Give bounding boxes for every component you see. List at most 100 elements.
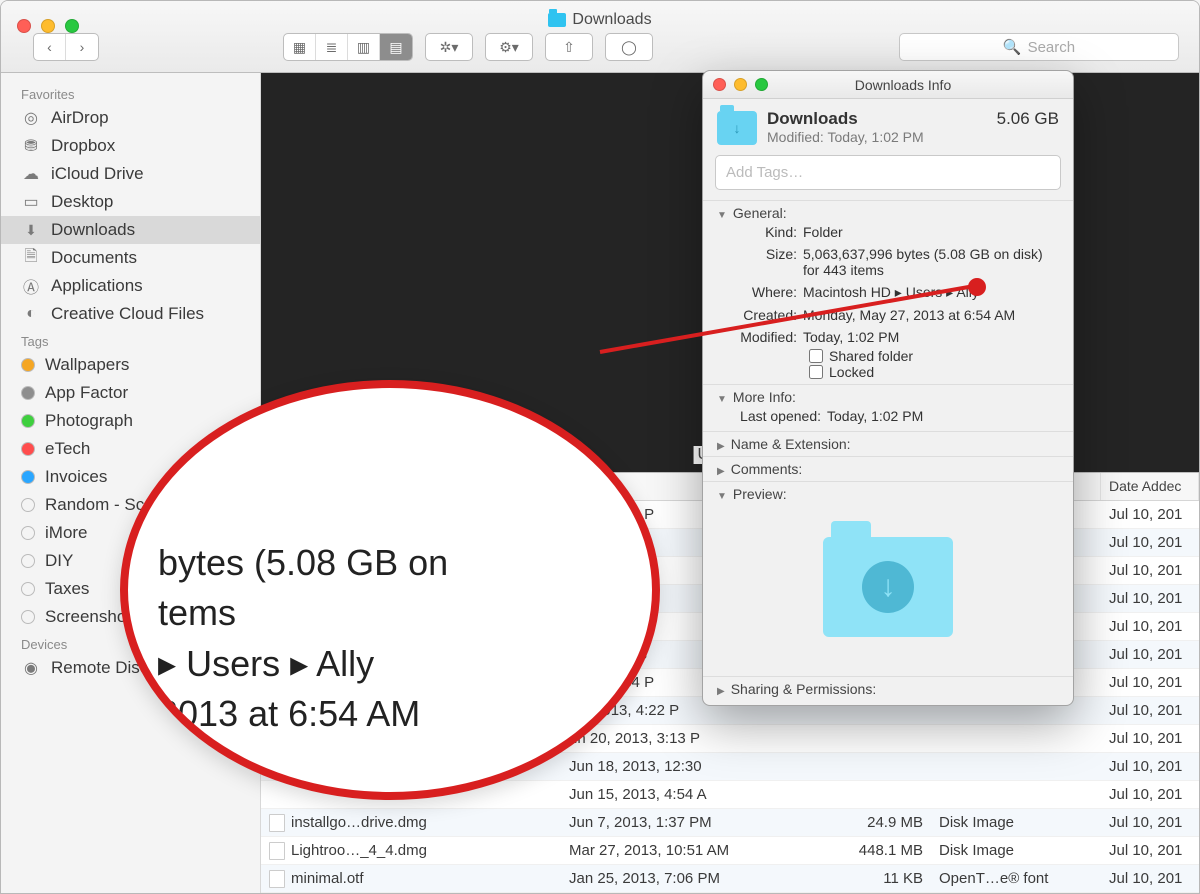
file-added-cell: Jul 10, 201 bbox=[1101, 842, 1199, 859]
sidebar-item-label: iMore bbox=[45, 523, 88, 543]
back-button[interactable]: ‹ bbox=[34, 34, 66, 60]
where-label: Where: bbox=[717, 284, 803, 301]
i-cc-icon bbox=[21, 304, 41, 324]
info-close-button[interactable] bbox=[713, 78, 726, 91]
sidebar-item-applications[interactable]: Applications bbox=[1, 272, 260, 300]
sidebar-item-label: Photograph bbox=[45, 411, 133, 431]
sidebar-item-label: Applications bbox=[51, 276, 143, 296]
sidebar-item-airdrop[interactable]: AirDrop bbox=[1, 104, 260, 132]
sidebar-tag-wallpapers[interactable]: Wallpapers bbox=[1, 351, 260, 379]
tag-color-dot bbox=[21, 610, 35, 624]
sidebar-item-label: AirDrop bbox=[51, 108, 109, 128]
kind-label: Kind: bbox=[717, 224, 803, 240]
file-icon bbox=[269, 842, 285, 860]
share-button[interactable]: ⇧ bbox=[545, 33, 593, 61]
preview-area: ↓ bbox=[717, 502, 1059, 672]
sidebar-item-downloads[interactable]: Downloads bbox=[1, 216, 260, 244]
i-apps-icon bbox=[21, 276, 41, 296]
moreinfo-disclosure[interactable]: More Info: bbox=[717, 389, 1059, 405]
action-button[interactable]: ⚙▾ bbox=[485, 33, 533, 61]
sidebar-item-icloud-drive[interactable]: iCloud Drive bbox=[1, 160, 260, 188]
file-size-cell: 24.9 MB bbox=[821, 814, 931, 831]
file-modified-cell: Jun 7, 2013, 1:37 PM bbox=[561, 814, 821, 831]
file-row[interactable]: minimal.otfJan 25, 2013, 7:06 PM11 KBOpe… bbox=[261, 865, 1199, 893]
info-titlebar: Downloads Info bbox=[703, 71, 1073, 99]
i-docs-icon bbox=[21, 248, 41, 268]
general-disclosure[interactable]: General: bbox=[717, 205, 1059, 221]
finder-title: Downloads bbox=[1, 11, 1199, 29]
locked-checkbox[interactable]: Locked bbox=[717, 364, 1059, 380]
tags-header: Tags bbox=[1, 328, 260, 351]
sidebar-item-dropbox[interactable]: Dropbox bbox=[1, 132, 260, 160]
file-row[interactable]: installgo…drive.dmgJun 7, 2013, 1:37 PM2… bbox=[261, 809, 1199, 837]
sharing-disclosure[interactable]: Sharing & Permissions: bbox=[717, 681, 1059, 697]
file-added-cell: Jul 10, 201 bbox=[1101, 590, 1199, 607]
col-date-added[interactable]: Date Addec bbox=[1101, 473, 1199, 500]
view-list-button[interactable]: ≣ bbox=[316, 34, 348, 60]
downloads-big-icon: ↓ bbox=[717, 111, 757, 145]
view-gallery-button[interactable]: ▤ bbox=[380, 34, 412, 60]
file-name-cell: minimal.otf bbox=[261, 870, 561, 888]
sidebar-item-label: DIY bbox=[45, 551, 73, 571]
file-added-cell: Jul 10, 201 bbox=[1101, 674, 1199, 691]
info-name: Downloads bbox=[767, 109, 987, 129]
section-general: General: Kind:Folder Size:5,063,637,996 … bbox=[703, 200, 1073, 384]
info-minimize-button[interactable] bbox=[734, 78, 747, 91]
info-zoom-button[interactable] bbox=[755, 78, 768, 91]
sidebar-item-documents[interactable]: Documents bbox=[1, 244, 260, 272]
section-more-info: More Info: Last opened:Today, 1:02 PM bbox=[703, 384, 1073, 431]
file-kind-cell: OpenT…e® font bbox=[931, 870, 1101, 887]
nameext-disclosure[interactable]: Name & Extension: bbox=[717, 436, 1059, 452]
file-modified-cell: Jun 15, 2013, 4:54 A bbox=[561, 786, 821, 803]
file-modified-cell: Jun 18, 2013, 12:30 bbox=[561, 758, 821, 775]
i-cloud-icon bbox=[21, 164, 41, 184]
file-icon bbox=[269, 870, 285, 888]
size-value: 5,063,637,996 bytes (5.08 GB on disk) fo… bbox=[803, 246, 1059, 278]
preview-disclosure[interactable]: Preview: bbox=[717, 486, 1059, 502]
tags-button[interactable]: ◯ bbox=[605, 33, 653, 61]
comments-disclosure[interactable]: Comments: bbox=[717, 461, 1059, 477]
sidebar-item-label: eTech bbox=[45, 439, 90, 459]
favorites-header: Favorites bbox=[1, 81, 260, 104]
tags-input[interactable]: Add Tags… bbox=[715, 155, 1061, 190]
search-input[interactable]: 🔍 Search bbox=[899, 33, 1179, 61]
file-added-cell: Jul 10, 201 bbox=[1101, 814, 1199, 831]
sidebar-item-label: Dropbox bbox=[51, 136, 115, 156]
nav-buttons: ‹ › bbox=[33, 33, 99, 61]
callout-endpoint bbox=[968, 278, 986, 296]
tag-color-dot bbox=[21, 442, 35, 456]
search-placeholder: Search bbox=[1028, 39, 1076, 56]
sidebar-item-creative-cloud-files[interactable]: Creative Cloud Files bbox=[1, 300, 260, 328]
file-added-cell: Jul 10, 201 bbox=[1101, 730, 1199, 747]
info-window-title: Downloads Info bbox=[855, 77, 952, 93]
preview-folder-icon: ↓ bbox=[823, 537, 953, 637]
tag-color-dot bbox=[21, 358, 35, 372]
file-added-cell: Jul 10, 201 bbox=[1101, 506, 1199, 523]
sidebar-item-label: App Factor bbox=[45, 383, 128, 403]
sidebar-item-label: Random - Sc bbox=[45, 495, 144, 515]
i-download-icon bbox=[21, 220, 41, 240]
sidebar-item-label: Downloads bbox=[51, 220, 135, 240]
file-kind-cell: Disk Image bbox=[931, 814, 1101, 831]
last-opened-label: Last opened: bbox=[717, 408, 827, 424]
i-airdrop-icon bbox=[21, 108, 41, 128]
downloads-folder-icon bbox=[548, 13, 566, 27]
view-column-button[interactable]: ▥ bbox=[348, 34, 380, 60]
file-name-cell: Lightroo…_4_4.dmg bbox=[261, 842, 561, 860]
section-sharing: Sharing & Permissions: bbox=[703, 676, 1073, 705]
file-row[interactable]: Lightroo…_4_4.dmgMar 27, 2013, 10:51 AM4… bbox=[261, 837, 1199, 865]
arrange-button[interactable]: ✲▾ bbox=[425, 33, 473, 61]
last-opened-value: Today, 1:02 PM bbox=[827, 408, 1059, 424]
view-icon-button[interactable]: ▦ bbox=[284, 34, 316, 60]
forward-button[interactable]: › bbox=[66, 34, 98, 60]
file-size-cell: 11 KB bbox=[821, 870, 931, 887]
sidebar-item-desktop[interactable]: Desktop bbox=[1, 188, 260, 216]
magnifier-circle: bytes (5.08 GB on tems ▸ Users ▸ Ally 20… bbox=[120, 380, 660, 800]
sidebar-item-label: Creative Cloud Files bbox=[51, 304, 204, 324]
sidebar-tag-app-factor[interactable]: App Factor bbox=[1, 379, 260, 407]
file-size-cell: 448.1 MB bbox=[821, 842, 931, 859]
file-modified-cell: Mar 27, 2013, 10:51 AM bbox=[561, 842, 821, 859]
shared-folder-checkbox[interactable]: Shared folder bbox=[717, 348, 1059, 364]
i-desktop-icon bbox=[21, 192, 41, 212]
sidebar-item-label: Remote Disc bbox=[51, 658, 148, 678]
